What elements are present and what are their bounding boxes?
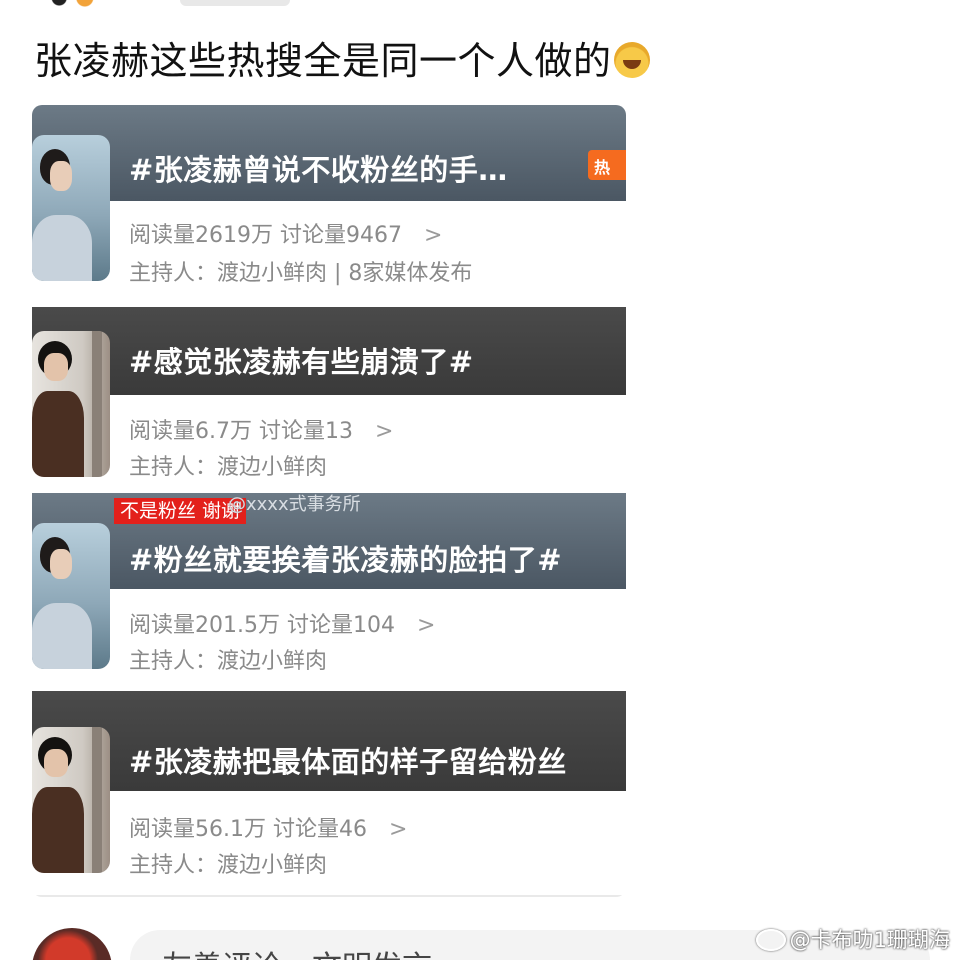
topic-thumbnail bbox=[32, 727, 110, 873]
chevron-right-icon[interactable]: > bbox=[424, 223, 442, 248]
avatar[interactable] bbox=[32, 928, 112, 960]
hot-badge-icon: 热 bbox=[588, 150, 626, 180]
topic-stats-text: 阅读量56.1万 讨论量46 bbox=[129, 817, 367, 842]
top-cut-header bbox=[0, 0, 960, 14]
topic-stats: 阅读量201.5万 讨论量104 > bbox=[129, 607, 435, 639]
screenshot-bottom-divider bbox=[32, 895, 626, 897]
watermark-text: @卡布叻1珊瑚海 bbox=[789, 928, 950, 952]
topic-title[interactable]: #感觉张凌赫有些崩溃了# bbox=[129, 339, 474, 381]
user-avatar-emoji bbox=[40, 0, 104, 10]
chevron-right-icon[interactable]: > bbox=[417, 613, 435, 638]
topic-stats: 阅读量6.7万 讨论量13 > bbox=[129, 413, 393, 445]
topic-host: 主持人：渡边小鲜肉 | 8家媒体发布 bbox=[129, 261, 473, 286]
topic-host: 主持人：渡边小鲜肉 bbox=[129, 853, 328, 878]
weibo-logo-icon bbox=[755, 929, 786, 951]
topic-title[interactable]: #粉丝就要挨着张凌赫的脸拍了# bbox=[129, 537, 562, 579]
topic-title[interactable]: #张凌赫曾说不收粉丝的手… bbox=[129, 147, 508, 189]
inner-watermark: @xxxx式事务所 bbox=[228, 494, 361, 515]
post-text-content: 张凌赫这些热搜全是同一个人做的 bbox=[34, 39, 612, 83]
topic-thumbnail bbox=[32, 135, 110, 281]
topic-thumbnail bbox=[32, 523, 110, 669]
topic-host: 主持人：渡边小鲜肉 bbox=[129, 649, 328, 674]
red-annotation-label: 不是粉丝 谢谢 bbox=[114, 498, 247, 524]
hot-topic-card[interactable]: #张凌赫曾说不收粉丝的手… 热 阅读量2619万 讨论量9467 > 主持人：渡边… bbox=[32, 105, 626, 305]
comment-placeholder: 友善评论，文明发言 bbox=[162, 942, 432, 960]
username-placeholder bbox=[180, 0, 290, 6]
hot-badge-label: 热 bbox=[594, 158, 611, 177]
topic-stats: 阅读量2619万 讨论量9467 > bbox=[129, 217, 442, 249]
post-text: 张凌赫这些热搜全是同一个人做的 bbox=[34, 38, 650, 84]
chevron-right-icon[interactable]: > bbox=[389, 817, 407, 842]
hot-topic-card[interactable]: #张凌赫把最体面的样子留给粉丝 阅读量56.1万 讨论量46 > 主持人：渡边小鲜… bbox=[32, 691, 626, 897]
chevron-right-icon[interactable]: > bbox=[375, 419, 393, 444]
topic-thumbnail bbox=[32, 331, 110, 477]
topic-host: 主持人：渡边小鲜肉 bbox=[129, 455, 328, 480]
weibo-watermark: @卡布叻1珊瑚海 bbox=[755, 924, 950, 954]
topic-stats-text: 阅读量6.7万 讨论量13 bbox=[129, 419, 353, 444]
topic-stats: 阅读量56.1万 讨论量46 > bbox=[129, 811, 407, 843]
topic-stats-text: 阅读量2619万 讨论量9467 bbox=[129, 223, 402, 248]
hot-topic-card[interactable]: #感觉张凌赫有些崩溃了# 阅读量6.7万 讨论量13 > 主持人：渡边小鲜肉 bbox=[32, 307, 626, 493]
topic-stats-text: 阅读量201.5万 讨论量104 bbox=[129, 613, 395, 638]
embedded-screenshot[interactable]: #张凌赫曾说不收粉丝的手… 热 阅读量2619万 讨论量9467 > 主持人：渡边… bbox=[32, 105, 626, 897]
topic-title[interactable]: #张凌赫把最体面的样子留给粉丝 bbox=[129, 739, 567, 781]
laughing-crying-emoji-icon bbox=[613, 42, 650, 78]
